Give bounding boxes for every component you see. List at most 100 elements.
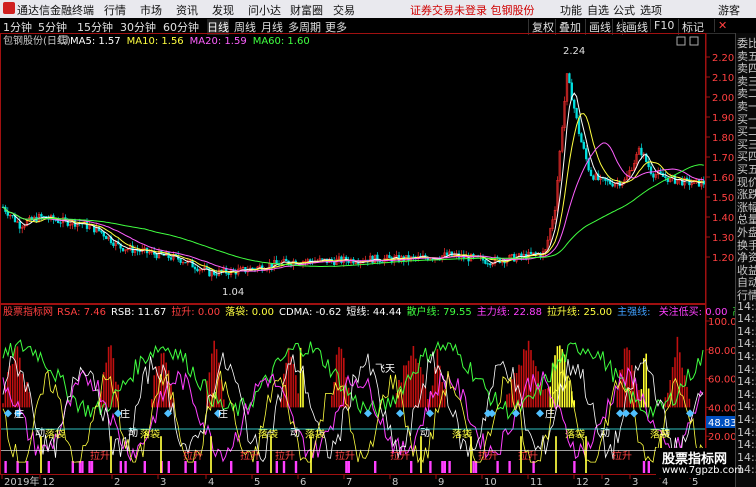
- yellow-stick: [110, 436, 112, 473]
- pink-bar: [194, 461, 197, 473]
- red-bar: [419, 367, 422, 408]
- menu-ask[interactable]: 问小达: [248, 2, 281, 18]
- close-icon[interactable]: ✕: [714, 19, 730, 32]
- diamond-icon: [630, 409, 638, 418]
- fly-label: 飞天: [375, 364, 395, 375]
- pink-bar: [448, 461, 451, 473]
- lasheng-label: 拉升: [240, 449, 260, 462]
- candle-body: [169, 257, 173, 260]
- candle-body: [486, 263, 489, 265]
- red-bar: [223, 399, 225, 408]
- candle-body: [191, 260, 194, 268]
- red-bar: [410, 355, 412, 408]
- candle-body: [589, 169, 593, 176]
- candle-body: [112, 242, 115, 246]
- pink-bar: [443, 461, 446, 473]
- chart-settings-icon[interactable]: [676, 36, 686, 46]
- candle-body: [489, 263, 492, 266]
- red-bar: [295, 375, 297, 408]
- menu-guest[interactable]: 游客: [718, 2, 740, 18]
- time-label: 10: [484, 477, 497, 487]
- candle-body: [445, 252, 449, 256]
- price-tick-label: 2.20: [712, 53, 734, 64]
- menu-options[interactable]: 选项: [640, 2, 662, 18]
- red-bar: [542, 389, 544, 408]
- pink-bar: [474, 461, 478, 473]
- indicator-legend-item: RSA: 7.46: [57, 307, 106, 318]
- time-label: 8: [392, 477, 398, 487]
- red-bar: [523, 349, 525, 408]
- indicator-tick-label: 20.00: [708, 432, 735, 443]
- candle-body: [57, 220, 60, 223]
- app-title: 通达信金融终端: [17, 4, 94, 17]
- red-bar: [14, 348, 16, 408]
- yellow-bar: [556, 346, 559, 408]
- lasheng-label: 拉升: [390, 449, 410, 462]
- ma-legend: MA5: 1.57 MA10: 1.56 MA20: 1.59 MA60: 1.60: [70, 36, 310, 47]
- time-label: 3: [160, 477, 166, 487]
- candle-body: [664, 176, 667, 179]
- quote-panel-item: 14:50: [737, 350, 756, 363]
- quote-panel-item: 14:50: [737, 299, 756, 313]
- candle-body: [685, 177, 689, 180]
- candle-body: [193, 266, 197, 270]
- menu-news[interactable]: 资讯: [176, 2, 198, 18]
- menu-quotes[interactable]: 行情: [104, 2, 126, 18]
- price-tick-label: 2.10: [712, 73, 734, 84]
- menu-watchlist[interactable]: 自选: [587, 2, 609, 18]
- quote-panel-item: 14:50: [737, 375, 756, 389]
- red-bar: [532, 360, 535, 408]
- red-bar: [292, 363, 295, 408]
- price-tick-label: 1.50: [712, 193, 734, 204]
- red-bar: [9, 365, 11, 408]
- candle-body: [18, 221, 21, 229]
- candle-body: [573, 99, 576, 109]
- price-tick-label: 1.20: [712, 253, 734, 264]
- pink-bar: [184, 461, 187, 473]
- price-tick-label: 1.60: [712, 173, 734, 184]
- time-label: 6: [300, 477, 306, 487]
- diamond-icon: [536, 409, 544, 418]
- indicator-legend-item: 落袋: 0.00: [225, 305, 274, 318]
- diamond-icon: [4, 409, 12, 418]
- menu-wealth[interactable]: 财富圈: [290, 2, 323, 18]
- indicator-legend-item: 短线: 44.44: [346, 305, 401, 318]
- pink-bar: [294, 461, 298, 473]
- pink-bar: [16, 461, 19, 473]
- red-bar: [105, 362, 107, 408]
- menu-market[interactable]: 市场: [140, 2, 162, 18]
- ma10-line: [2, 113, 704, 274]
- menu-function[interactable]: 功能: [560, 2, 582, 18]
- pink-bar: [374, 461, 377, 473]
- menu-trade[interactable]: 交易: [333, 2, 355, 18]
- candle-body: [11, 215, 14, 217]
- chart-maximize-icon[interactable]: [689, 36, 699, 46]
- yellow-bar: [647, 388, 650, 408]
- tool-f10[interactable]: F10: [650, 19, 677, 32]
- menu-formula[interactable]: 公式: [613, 2, 635, 18]
- candle-body: [568, 73, 571, 84]
- yellow-stick: [585, 436, 587, 473]
- indicator-legend-item: 关注低买: 0.00: [659, 305, 728, 318]
- red-bar: [424, 387, 427, 408]
- yellow-stick: [160, 436, 162, 473]
- indicator-current-value: 48.83: [708, 418, 735, 429]
- candle-body: [205, 267, 209, 269]
- candle-body: [371, 255, 374, 264]
- watermark-url: www.7gpzb.com: [662, 465, 744, 476]
- menu-discover[interactable]: 发现: [212, 2, 234, 18]
- candle-body: [529, 251, 533, 255]
- chart-canvas[interactable]: 2.20 2.10 2.00 1.90 1.80 1.70 1.60 1.50 1.40 1.30…: [0, 33, 735, 487]
- pink-bar: [124, 461, 127, 473]
- red-bar: [527, 340, 530, 408]
- red-bar: [679, 352, 681, 408]
- pink-bar: [275, 461, 278, 473]
- indicator-legend-item: 主力线: 22.88: [477, 305, 542, 318]
- time-label: 3: [632, 477, 638, 487]
- pink-bar: [71, 461, 74, 473]
- time-label: 12: [576, 477, 589, 487]
- pink-bar: [573, 461, 576, 473]
- pink-bar: [532, 461, 535, 473]
- login-warning[interactable]: 证券交易未登录 包钢股份: [410, 2, 535, 18]
- indicator-legend-item: 拉升: 0.00: [171, 305, 220, 318]
